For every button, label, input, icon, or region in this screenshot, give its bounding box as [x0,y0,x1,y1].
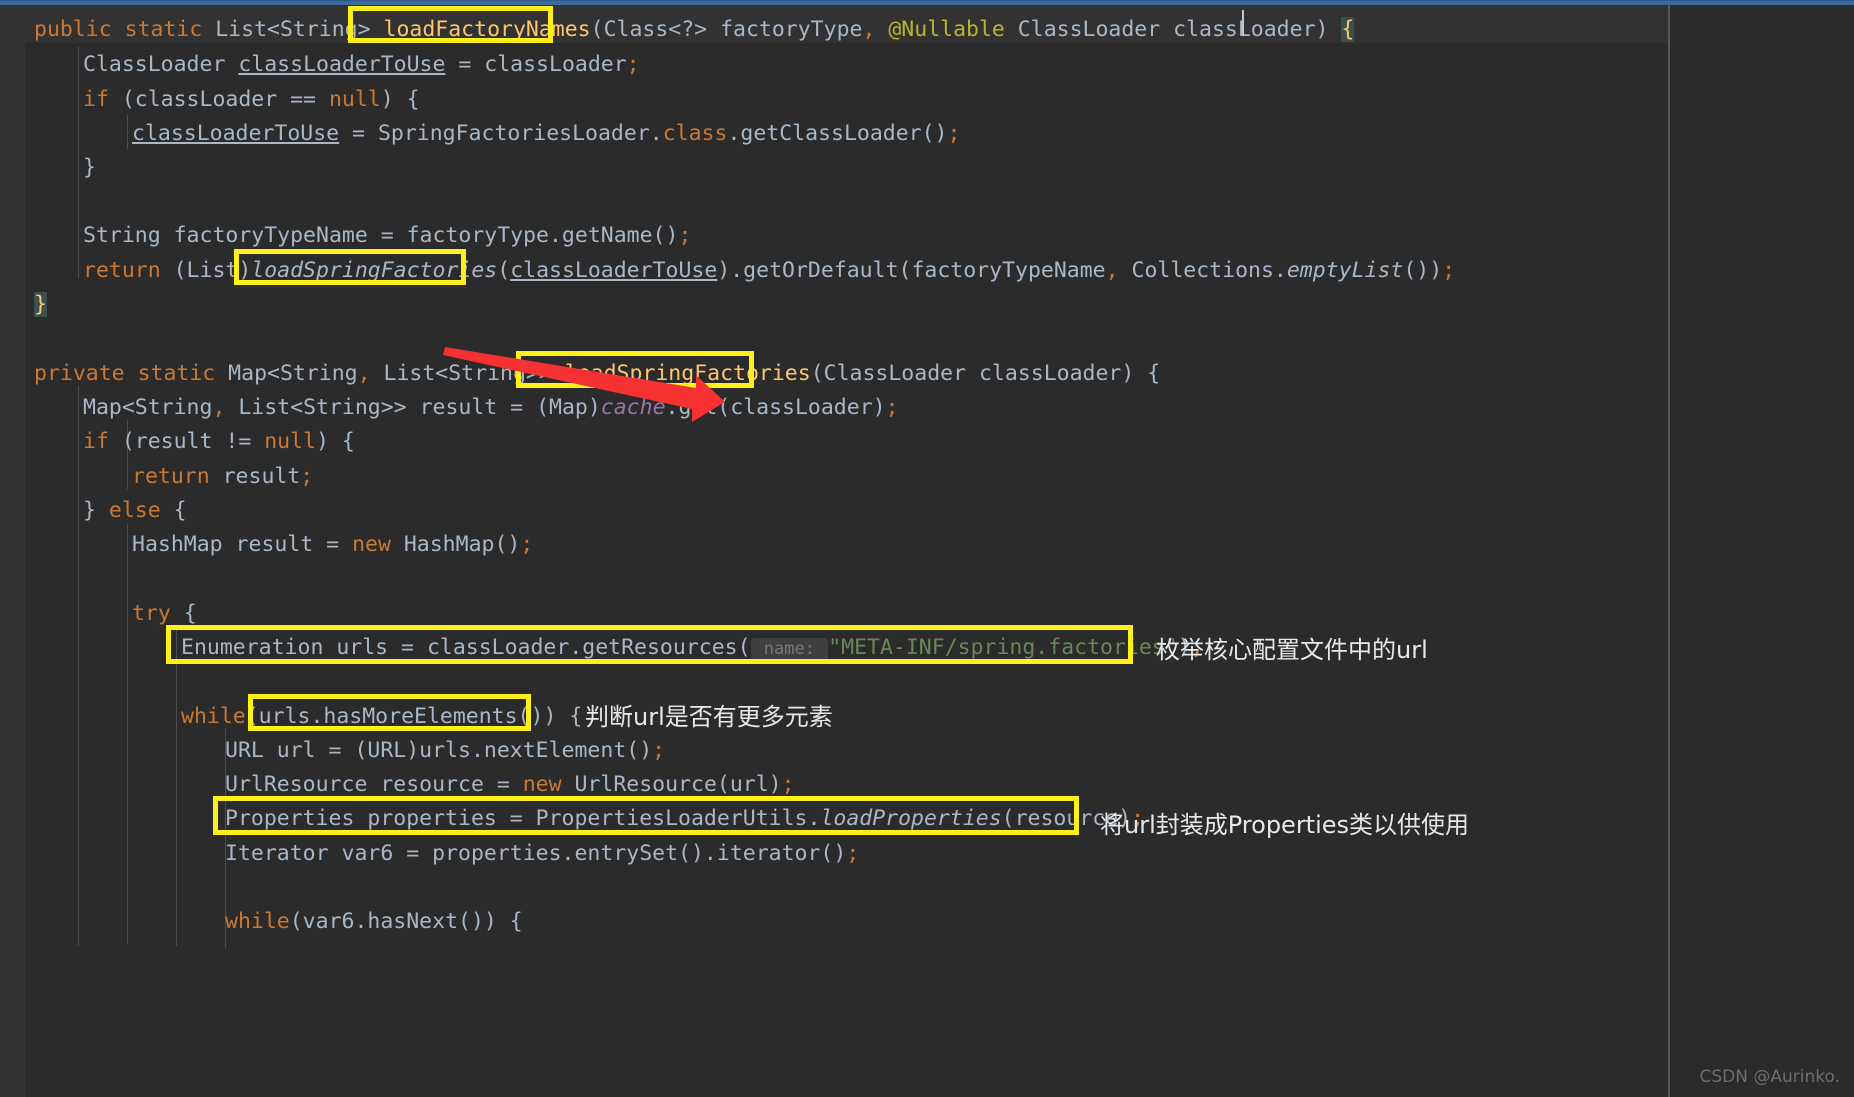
code-line: } [83,155,96,180]
code-line: Map<String, List<String>> result = (Map)… [83,395,899,420]
code-line: URL url = (URL)urls.nextElement(); [225,738,666,763]
code-line: Enumeration urls = classLoader.getResour… [181,635,1204,660]
code-line: classLoaderToUse = SpringFactoriesLoader… [132,121,961,146]
code-line: while(urls.hasMoreElements()) { [181,704,583,729]
code-line: ClassLoader classLoaderToUse = classLoad… [83,52,640,77]
code-line: try { [132,601,197,626]
editor-right-panel [1670,5,1854,1097]
code-line: } else { [83,498,187,523]
annotation-note-wrap-properties: 将url封装成Properties类以供使用 [1100,811,1470,839]
code-line: public static List<String> loadFactoryNa… [34,17,1355,42]
code-editor-screenshot: public static List<String> loadFactoryNa… [0,0,1854,1097]
code-line: HashMap result = new HashMap(); [132,532,534,557]
code-line: } [34,292,47,317]
code-line: private static Map<String, List<String>>… [34,361,1161,386]
code-line: Properties properties = PropertiesLoader… [225,806,1145,831]
code-line: if (classLoader == null) { [83,87,420,112]
csdn-watermark: CSDN @Aurinko. [1699,1067,1840,1087]
code-line: return result; [132,464,314,489]
code-line: return (List)loadSpringFactories(classLo… [83,258,1456,283]
annotation-note-enumerate-url: 枚举核心配置文件中的url [1156,636,1428,664]
code-line: UrlResource resource = new UrlResource(u… [225,772,795,797]
annotation-note-has-more: 判断url是否有更多元素 [585,703,833,731]
text-caret [1242,10,1244,36]
code-content[interactable]: public static List<String> loadFactoryNa… [0,5,1668,1097]
code-line: if (result != null) { [83,429,355,454]
code-line: while(var6.hasNext()) { [225,909,523,934]
code-line: Iterator var6 = properties.entrySet().it… [225,841,860,866]
code-line: String factoryTypeName = factoryType.get… [83,223,692,248]
